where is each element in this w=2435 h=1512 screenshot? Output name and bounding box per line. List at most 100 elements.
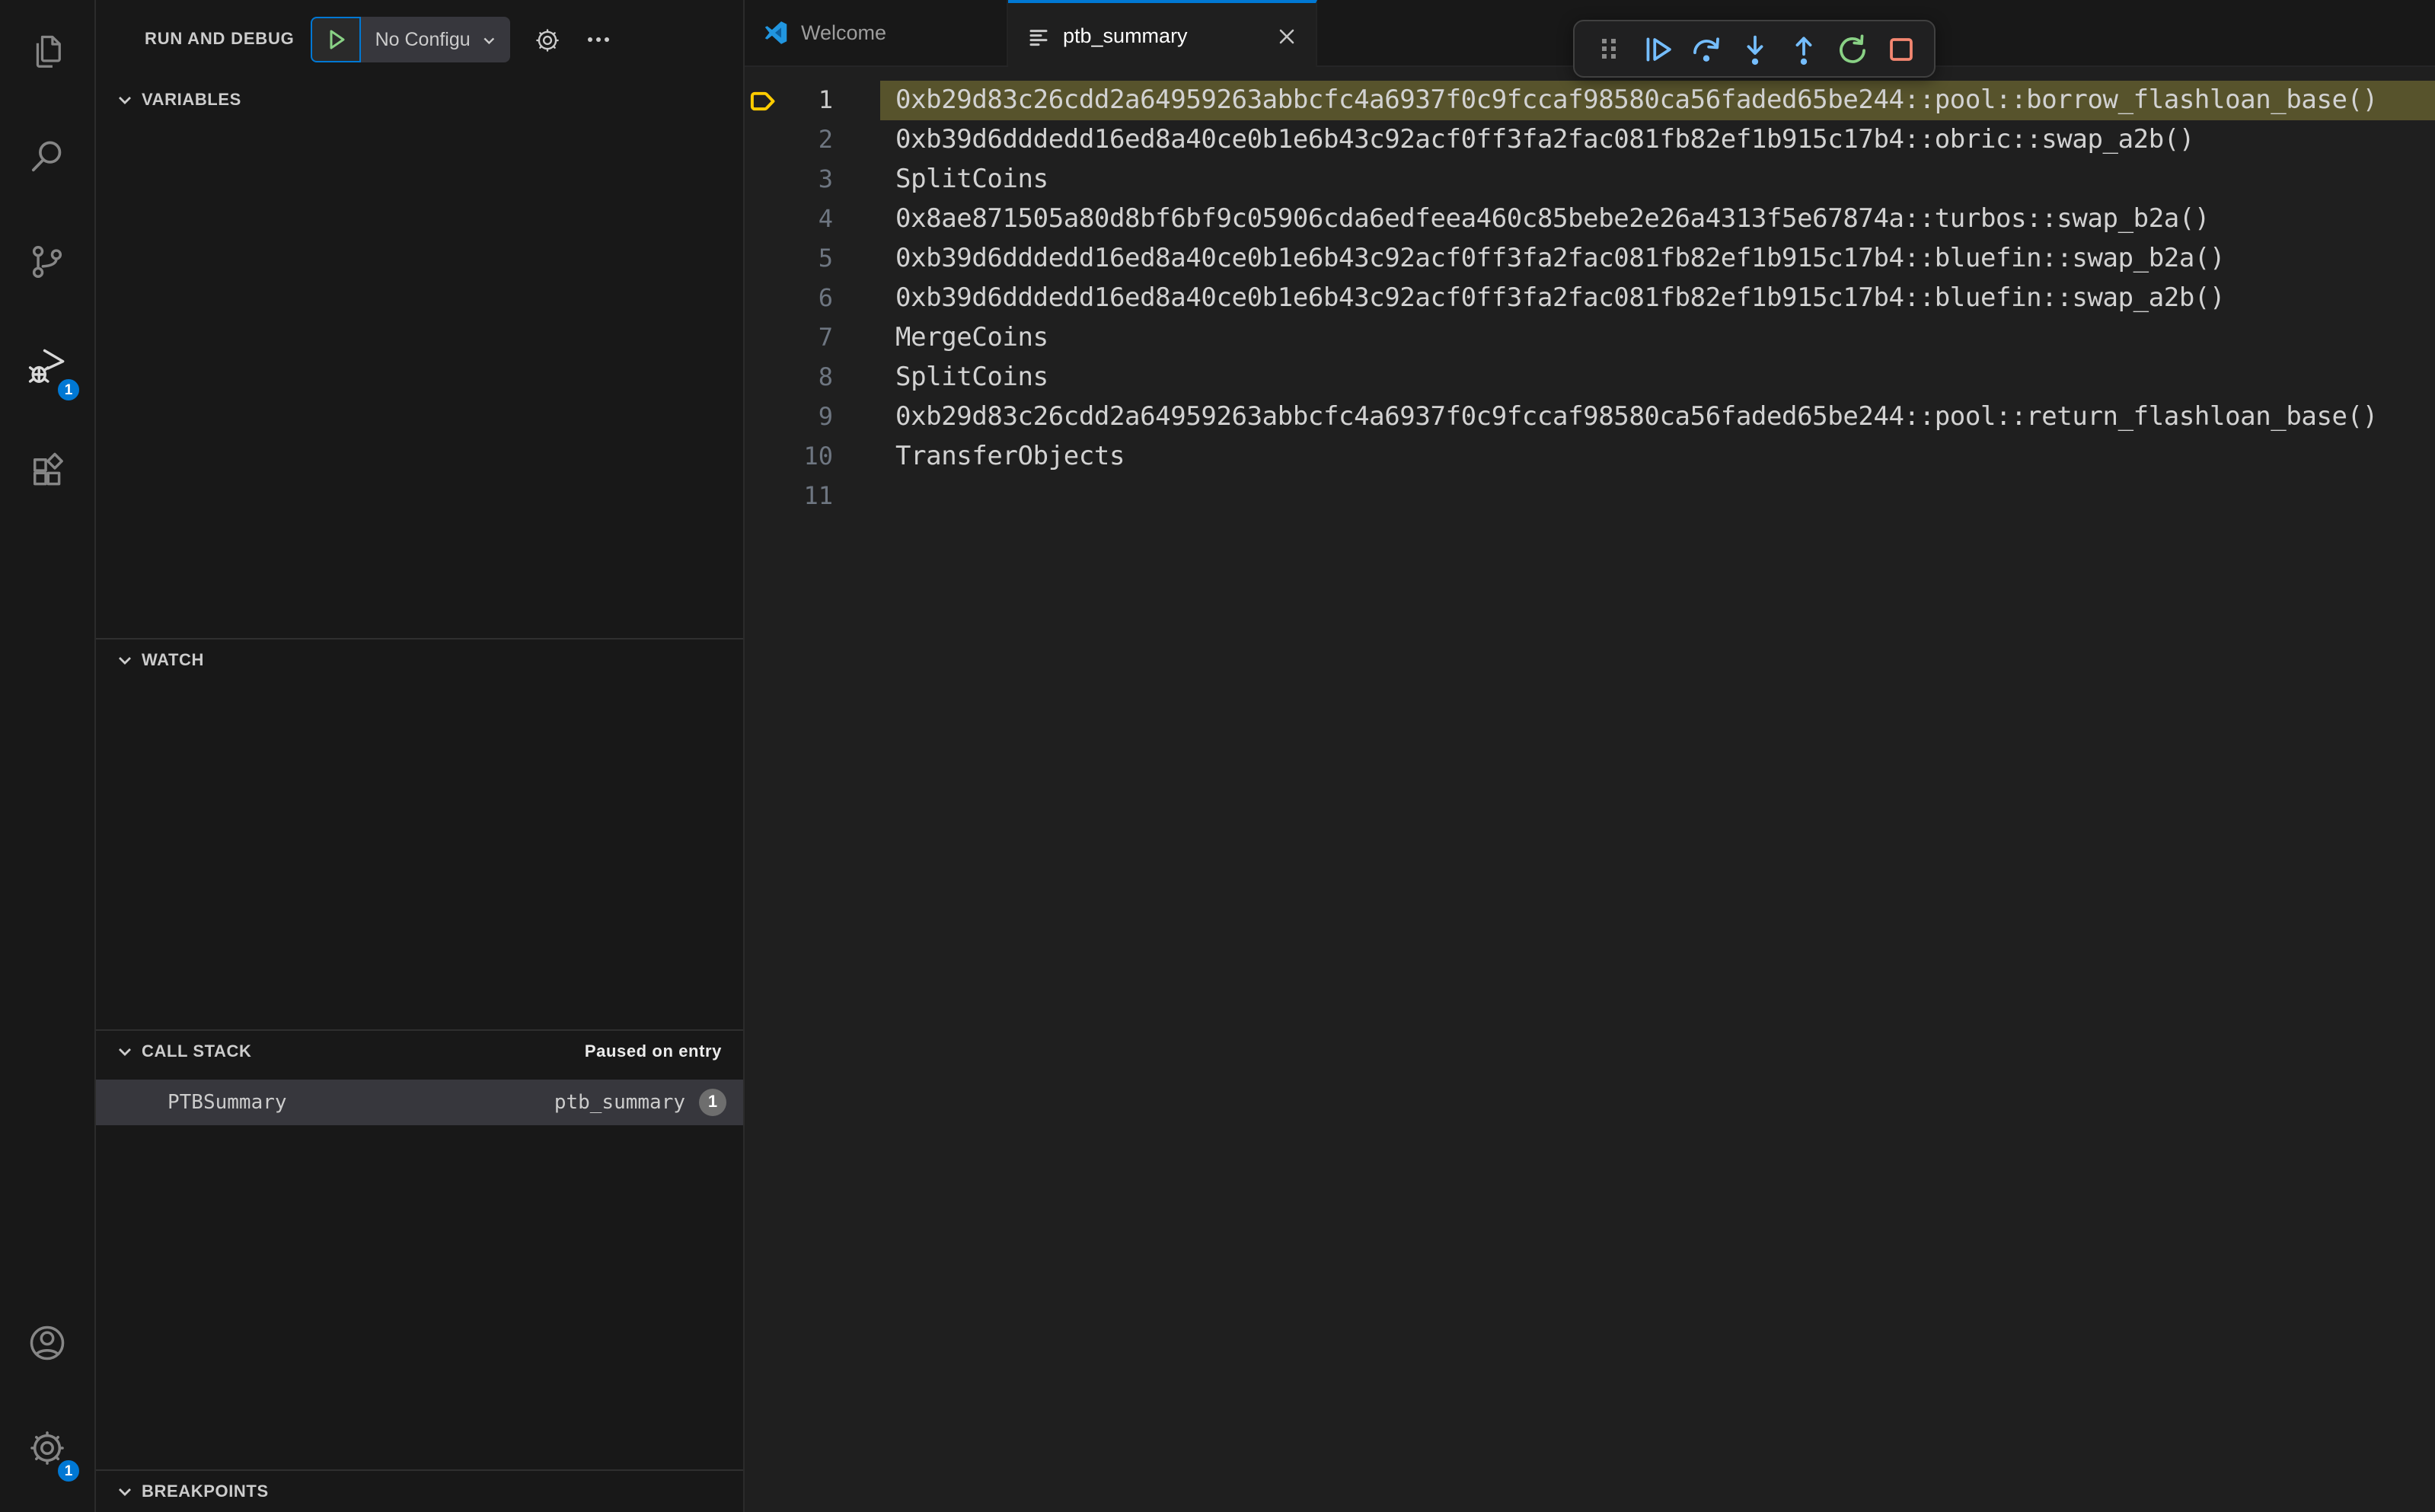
continue-button[interactable]	[1639, 30, 1675, 67]
search-icon	[27, 137, 67, 177]
debug-current-line-arrow-icon	[749, 91, 774, 110]
gutter-gap	[833, 318, 880, 358]
breakpoint-gutter[interactable]	[745, 160, 781, 199]
code-line: 3 SplitCoins	[745, 160, 2435, 199]
gutter-gap	[833, 239, 880, 279]
gutter-gap	[833, 477, 880, 516]
breakpoint-gutter[interactable]	[745, 397, 781, 437]
step-over-icon	[1693, 37, 1719, 61]
breakpoint-gutter[interactable]	[745, 199, 781, 239]
line-number[interactable]: 10	[781, 437, 833, 477]
breakpoint-gutter[interactable]	[745, 437, 781, 477]
code-line: 9 0xb29d83c26cdd2a64959263abbcfc4a6937f0…	[745, 397, 2435, 437]
code-editor[interactable]: 1 0xb29d83c26cdd2a64959263abbcfc4a6937f0…	[745, 67, 2435, 1512]
line-content[interactable]: 0xb39d6dddedd16ed8a40ce0b1e6b43c92acf0ff…	[880, 120, 2435, 160]
editor-lines: 1 0xb29d83c26cdd2a64959263abbcfc4a6937f0…	[745, 81, 2435, 516]
account-button[interactable]	[0, 1300, 94, 1386]
code-line: 11	[745, 477, 2435, 516]
configuration-dropdown[interactable]: No Configur	[361, 17, 511, 62]
line-content[interactable]	[880, 477, 2435, 516]
restart-icon	[1839, 33, 1865, 62]
breakpoint-gutter[interactable]	[745, 477, 781, 516]
gear-icon	[536, 28, 560, 51]
play-icon	[330, 30, 345, 49]
line-content[interactable]: SplitCoins	[880, 160, 2435, 199]
sidebar-item-run-and-debug[interactable]: 1	[0, 324, 94, 410]
account-icon	[26, 1322, 69, 1364]
line-content[interactable]: SplitCoins	[880, 358, 2435, 397]
line-number[interactable]: 9	[781, 397, 833, 437]
line-number[interactable]: 6	[781, 279, 833, 318]
chevron-down-icon	[483, 37, 495, 44]
line-content[interactable]: MergeCoins	[880, 318, 2435, 358]
sidebar-item-explorer[interactable]	[0, 9, 94, 94]
line-number[interactable]: 7	[781, 318, 833, 358]
breakpoint-gutter[interactable]	[745, 358, 781, 397]
line-content[interactable]: 0xb29d83c26cdd2a64959263abbcfc4a6937f0c9…	[880, 397, 2435, 437]
step-into-icon	[1746, 34, 1763, 65]
section-label-variables: VARIABLES	[142, 91, 241, 109]
line-number[interactable]: 4	[781, 199, 833, 239]
toolbar-drag-handle[interactable]	[1590, 30, 1626, 67]
run-and-debug-sidebar: RUN AND DEBUG No Configur VARIABLES WATC…	[96, 0, 745, 1512]
line-content[interactable]: 0xb39d6dddedd16ed8a40ce0b1e6b43c92acf0ff…	[880, 279, 2435, 318]
stop-button[interactable]	[1882, 30, 1919, 67]
breakpoint-gutter[interactable]	[745, 279, 781, 318]
close-tab-button[interactable]	[1276, 25, 1297, 46]
code-line: 6 0xb39d6dddedd16ed8a40ce0b1e6b43c92acf0…	[745, 279, 2435, 318]
start-debugging-button[interactable]	[311, 17, 362, 62]
tab-welcome[interactable]: Welcome	[745, 0, 1008, 65]
tab-label: Welcome	[801, 21, 887, 44]
debug-toolbar	[1573, 20, 1936, 78]
gutter-gap	[833, 437, 880, 477]
step-into-button[interactable]	[1736, 30, 1773, 67]
section-label-call-stack: CALL STACK	[142, 1042, 252, 1061]
code-line: 5 0xb39d6dddedd16ed8a40ce0b1e6b43c92acf0…	[745, 239, 2435, 279]
line-number[interactable]: 1	[781, 81, 833, 120]
configuration-dropdown-label: No Configur	[375, 29, 471, 50]
chevron-down-icon	[119, 96, 131, 104]
sidebar-item-search[interactable]	[0, 114, 94, 199]
line-content[interactable]: TransferObjects	[880, 437, 2435, 477]
settings-button[interactable]: 1	[0, 1405, 94, 1491]
section-header-watch[interactable]: WATCH	[96, 640, 743, 681]
breakpoint-gutter[interactable]	[745, 120, 781, 160]
line-number[interactable]: 11	[781, 477, 833, 516]
chevron-down-icon	[119, 1048, 131, 1055]
step-over-button[interactable]	[1687, 30, 1724, 67]
breakpoint-gutter[interactable]	[745, 318, 781, 358]
code-line: 4 0x8ae871505a80d8bf6bf9c05906cda6edfeea…	[745, 199, 2435, 239]
step-out-icon	[1795, 36, 1811, 65]
line-content[interactable]: 0x8ae871505a80d8bf6bf9c05906cda6edfeea46…	[880, 199, 2435, 239]
line-number[interactable]: 5	[781, 239, 833, 279]
breakpoint-gutter[interactable]	[745, 239, 781, 279]
step-out-button[interactable]	[1785, 30, 1821, 67]
sidebar-title: RUN AND DEBUG	[145, 30, 295, 49]
line-content[interactable]: 0xb39d6dddedd16ed8a40ce0b1e6b43c92acf0ff…	[880, 239, 2435, 279]
views-and-more-actions-button[interactable]	[586, 26, 613, 53]
line-content[interactable]: 0xb29d83c26cdd2a64959263abbcfc4a6937f0c9…	[880, 81, 2435, 120]
line-number[interactable]: 3	[781, 160, 833, 199]
gutter-gap	[833, 81, 880, 120]
files-icon	[27, 32, 67, 72]
sidebar-item-extensions[interactable]	[0, 429, 94, 515]
launch-configuration-control: No Configur	[311, 17, 511, 62]
gutter-gap	[833, 279, 880, 318]
section-header-variables[interactable]: VARIABLES	[96, 79, 743, 120]
restart-button[interactable]	[1833, 30, 1870, 67]
tab-label: ptb_summary	[1063, 24, 1188, 47]
line-number[interactable]: 2	[781, 120, 833, 160]
breakpoint-gutter[interactable]	[745, 81, 781, 120]
sidebar-item-source-control[interactable]	[0, 219, 94, 305]
gutter-gap	[833, 120, 880, 160]
line-number[interactable]: 8	[781, 358, 833, 397]
section-header-breakpoints[interactable]: BREAKPOINTS	[96, 1471, 743, 1512]
tab-ptb-summary[interactable]: ptb_summary	[1008, 0, 1317, 69]
extensions-icon	[27, 452, 67, 492]
settings-count-badge: 1	[56, 1459, 81, 1483]
stack-frame-name: PTBSummary	[168, 1091, 287, 1114]
section-header-call-stack[interactable]: CALL STACK Paused on entry	[96, 1031, 743, 1072]
open-launch-json-button[interactable]	[534, 25, 563, 54]
call-stack-frame-row[interactable]: PTBSummary ptb_summary 1	[96, 1080, 743, 1125]
code-line: 8 SplitCoins	[745, 358, 2435, 397]
